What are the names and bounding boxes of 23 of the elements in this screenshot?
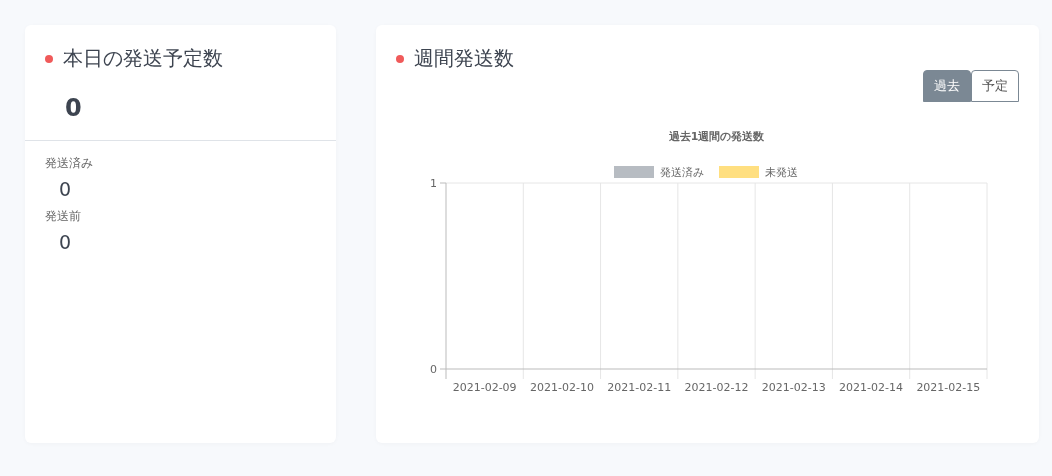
card-title: 本日の発送予定数 [63, 45, 223, 72]
x-tick-label: 2021-02-09 [452, 381, 517, 394]
x-tick-label: 2021-02-10 [529, 381, 594, 394]
stat-label: 発送前 [45, 208, 82, 225]
status-dot [45, 54, 53, 63]
y-tick-label: 1 [430, 177, 437, 190]
x-tick-label: 2021-02-12 [684, 381, 749, 394]
chart-title: 過去1週間の発送数 [668, 130, 765, 143]
x-tick-label: 2021-02-11 [607, 381, 672, 394]
stat-value: 0 [58, 178, 73, 200]
y-tick-label: 0 [430, 363, 437, 376]
legend-label: 発送済み [660, 166, 704, 179]
legend-label: 未発送 [765, 166, 798, 179]
x-tick-label: 2021-02-15 [916, 381, 981, 394]
tab[interactable]: 予定 [971, 70, 1019, 102]
x-tick-label: 2021-02-14 [839, 381, 904, 394]
stat-value: 0 [58, 231, 73, 253]
total-count: 0 [64, 93, 83, 124]
status-dot [396, 54, 404, 63]
x-tick-label: 2021-02-13 [761, 381, 826, 394]
card-title: 週間発送数 [414, 45, 514, 72]
stat-label: 発送済み [45, 155, 94, 172]
tab[interactable]: 過去 [923, 70, 971, 102]
